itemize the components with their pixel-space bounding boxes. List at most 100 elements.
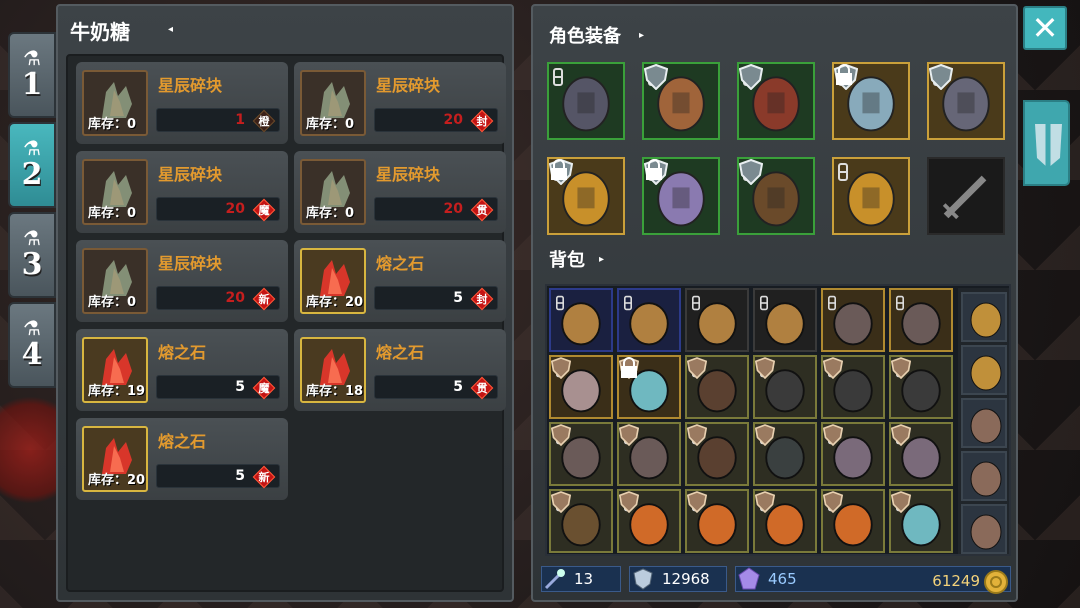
chain-icon [828, 295, 836, 311]
wand-value: 13 [574, 570, 594, 588]
equip-slot-gauntlet[interactable] [642, 157, 720, 235]
bag-slot[interactable] [685, 288, 749, 352]
material-count-bar: 5魔 [156, 375, 280, 400]
gem-icon [738, 567, 760, 590]
bag-title: 背包 [549, 250, 585, 271]
material-icon: 库存：0 [300, 159, 366, 225]
seal-text: 封 [476, 293, 488, 306]
resource-bar: 13 12968 465 61249 [541, 564, 1013, 594]
chain-icon [624, 295, 632, 311]
bag-slot[interactable] [685, 355, 749, 419]
equip-slot-chest-armor[interactable] [642, 62, 720, 140]
material-icon: 库存：18 [300, 337, 366, 403]
chain-icon [553, 68, 563, 86]
equipment-tab[interactable] [1023, 100, 1070, 186]
bag-slot[interactable] [821, 422, 885, 486]
bag-slot[interactable] [753, 288, 817, 352]
bag-slot[interactable] [821, 489, 885, 553]
bag-slot[interactable] [889, 422, 953, 486]
bag-slot[interactable] [821, 288, 885, 352]
bag-slot[interactable] [617, 422, 681, 486]
shield-badge-icon [823, 491, 843, 513]
material-card[interactable]: 库存：0 星辰碎块 20 封 [294, 62, 506, 144]
bag-slot[interactable] [889, 288, 953, 352]
close-button[interactable]: ✕ [1023, 6, 1067, 50]
material-card[interactable]: 库存：0 星辰碎块 1 橙 [76, 62, 288, 144]
bag-side-slot[interactable] [961, 292, 1007, 342]
bag-slot[interactable] [617, 489, 681, 553]
material-icon: 库存：20 [82, 426, 148, 492]
material-card[interactable]: 库存：18 熔之石 5 贯 [294, 329, 506, 411]
material-name: 星辰碎块 [376, 165, 441, 184]
material-card[interactable]: 库存：20 熔之石 5 封 [294, 240, 506, 322]
bag-side-slot[interactable] [961, 345, 1007, 395]
material-card[interactable]: 库存：0 星辰碎块 20 新 [76, 240, 288, 322]
bag-grid [545, 284, 1011, 556]
bag-slot[interactable] [821, 355, 885, 419]
shield-badge-icon [755, 491, 775, 513]
bag-slot[interactable] [549, 355, 613, 419]
bag-slot[interactable] [549, 422, 613, 486]
equip-slot-ring[interactable] [832, 62, 910, 140]
flask-icon: ⚗ [23, 46, 41, 70]
seal-text: 新 [258, 471, 270, 484]
equip-slot-gold-ring[interactable] [832, 157, 910, 235]
shield-badge-icon [755, 424, 775, 446]
material-name: 星辰碎块 [158, 254, 223, 273]
material-card[interactable]: 库存：20 熔之石 5 新 [76, 418, 288, 500]
material-card[interactable]: 库存：0 星辰碎块 20 贯 [294, 151, 506, 233]
bag-slot[interactable] [753, 422, 817, 486]
material-name: 熔之石 [376, 254, 425, 273]
tab-3[interactable]: ⚗ 3 [8, 212, 56, 298]
material-name: 熔之石 [376, 343, 425, 362]
bag-side-slot[interactable] [961, 451, 1007, 501]
material-count: 5 [235, 468, 245, 484]
bag-slot[interactable] [685, 489, 749, 553]
title-arrow-icon[interactable]: ▸ [639, 30, 644, 41]
helm-icon [970, 408, 1002, 444]
tab-1[interactable]: ⚗ 1 [8, 32, 56, 118]
title-arrow-icon[interactable]: ▸ [599, 254, 604, 265]
bag-slot[interactable] [685, 422, 749, 486]
equip-slot-boots[interactable] [737, 157, 815, 235]
bag-side-slot[interactable] [961, 398, 1007, 448]
title-arrow-icon[interactable]: ◂ [168, 24, 173, 35]
shield-badge-icon [929, 64, 953, 90]
equip-slot-robe-armor[interactable] [737, 62, 815, 140]
bag-slot[interactable] [549, 288, 613, 352]
shield-badge-icon [891, 424, 911, 446]
bag-slot[interactable] [617, 355, 681, 419]
material-count: 5 [235, 379, 245, 395]
tab-4[interactable]: ⚗ 4 [8, 302, 56, 388]
bag-slot[interactable] [617, 288, 681, 352]
seal-text: 贯 [476, 382, 488, 395]
material-name: 星辰碎块 [376, 76, 441, 95]
tab-2[interactable]: ⚗ 2 [8, 122, 56, 208]
bag-slot[interactable] [889, 489, 953, 553]
equip-slot-dagger[interactable] [927, 62, 1005, 140]
seal-badge: 贯 [470, 376, 494, 400]
bag-slot[interactable] [889, 355, 953, 419]
shield-badge-icon [619, 424, 639, 446]
coin-icon [984, 570, 1008, 594]
material-card[interactable]: 库存：19 熔之石 5 魔 [76, 329, 288, 411]
seal-text: 贯 [476, 204, 488, 217]
shield-badge-icon [739, 64, 763, 90]
bag-side-slot[interactable] [961, 504, 1007, 554]
seal-text: 封 [476, 115, 488, 128]
equip-slot-empty-weapon[interactable] [927, 157, 1005, 235]
bag-slot[interactable] [753, 489, 817, 553]
material-icon: 库存：19 [82, 337, 148, 403]
shield-badge-icon [551, 424, 571, 446]
material-card[interactable]: 库存：0 星辰碎块 20 魔 [76, 151, 288, 233]
bag-slot[interactable] [549, 489, 613, 553]
equip-slot-helmet[interactable] [547, 62, 625, 140]
material-count: 5 [453, 290, 463, 306]
flask-icon: ⚗ [23, 136, 41, 160]
flask-icon: ⚗ [23, 226, 41, 250]
equipment-title: 角色装备 [549, 26, 621, 47]
equip-slot-amulet[interactable] [547, 157, 625, 235]
material-count-bar: 20 封 [374, 108, 498, 133]
stock-label: 库存：0 [88, 206, 137, 221]
bag-slot[interactable] [753, 355, 817, 419]
